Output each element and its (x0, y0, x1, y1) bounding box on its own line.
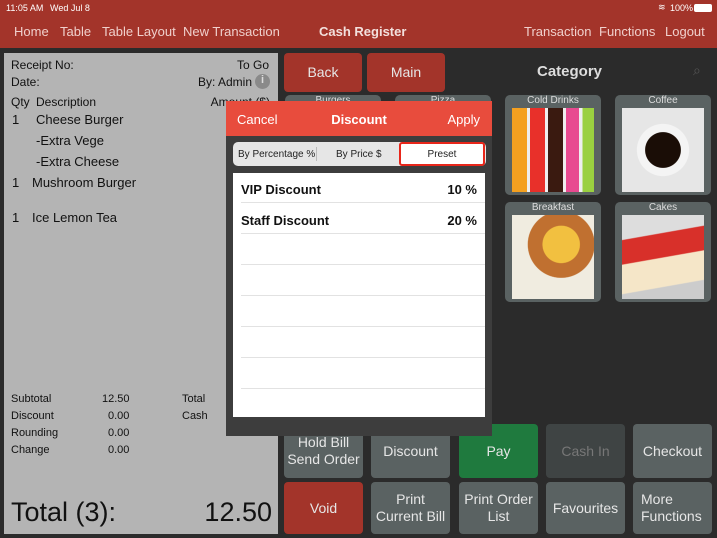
tab-preset[interactable]: Preset (399, 142, 485, 166)
button-label: Hold Bill Send Order (287, 434, 360, 467)
search-icon[interactable]: ⌕ (693, 62, 701, 79)
category-title: Category (537, 63, 603, 80)
tab-by-price[interactable]: By Price $ (336, 149, 382, 160)
page-title: Cash Register (319, 24, 407, 39)
battery-level: 100% (670, 3, 694, 13)
status-bar: 11:05 AM Wed Jul 8 ≋ 100% (0, 0, 717, 16)
list-item[interactable]: Mushroom Burger (32, 175, 136, 190)
discount-value: 10 % (447, 182, 477, 197)
category-tile-coffee[interactable]: Coffee (615, 95, 711, 195)
item-qty: 1 (12, 112, 20, 127)
wifi-icon: ≋ (658, 2, 666, 12)
coffee-image (622, 108, 704, 192)
item-qty: 1 (12, 210, 20, 225)
change-value: 0.00 (108, 444, 130, 456)
list-item[interactable]: VIP Discount 10 % (241, 173, 485, 203)
list-item[interactable]: Ice Lemon Tea (32, 210, 117, 225)
category-tile-breakfast[interactable]: Breakfast (505, 202, 601, 302)
cold-drinks-image (512, 108, 594, 192)
nav-home[interactable]: Home (14, 24, 49, 39)
qty-header: Qty (11, 95, 30, 109)
grand-total-value: 12.50 (204, 497, 272, 527)
button-label: Print Current Bill (375, 491, 446, 524)
tile-label: Breakfast (531, 202, 575, 213)
print-order-list-button[interactable]: Print Order List (459, 482, 538, 534)
list-item-modifier: -Extra Vege (36, 133, 104, 148)
tile-label: Cold Drinks (527, 95, 579, 106)
dialog-header: Cancel Discount Apply (226, 101, 492, 136)
grand-total-label: Total (3): (11, 497, 117, 527)
discount-name: Staff Discount (241, 213, 330, 228)
list-item[interactable]: Staff Discount 20 % (241, 204, 485, 234)
status-date: Wed Jul 8 (50, 3, 90, 13)
cakes-image (622, 215, 704, 299)
void-button[interactable]: Void (284, 482, 363, 534)
empty-row (241, 235, 485, 265)
nav-logout[interactable]: Logout (665, 24, 705, 39)
rounding-label: Rounding (11, 427, 59, 439)
discount-type-segmented-control: By Percentage % By Price $ Preset (233, 142, 486, 166)
empty-row (241, 297, 485, 327)
discount-label: Discount (11, 410, 54, 422)
tab-by-percentage[interactable]: By Percentage % (238, 149, 315, 160)
status-time: 11:05 AM (6, 3, 44, 13)
checkout-button[interactable]: Checkout (633, 424, 712, 478)
print-current-bill-button[interactable]: Print Current Bill (371, 482, 450, 534)
more-functions-button[interactable]: More Functions (633, 482, 712, 534)
empty-row (241, 328, 485, 358)
list-item-modifier: -Extra Cheese (36, 154, 120, 169)
category-tile-cold-drinks[interactable]: Cold Drinks (505, 95, 601, 195)
cashier: By: Admin (197, 75, 252, 89)
tile-label: Cakes (648, 202, 678, 213)
item-qty: 1 (12, 175, 20, 190)
nav-table[interactable]: Table (60, 24, 91, 39)
subtotal-value: 12.50 (102, 393, 130, 405)
nav-new-transaction[interactable]: New Transaction (183, 24, 280, 39)
cash-in-button[interactable]: Cash In (546, 424, 625, 478)
description-header: Description (36, 95, 97, 109)
change-label: Change (11, 444, 50, 456)
empty-row (241, 266, 485, 296)
empty-row (241, 359, 485, 389)
breakfast-image (512, 215, 594, 299)
back-button[interactable]: Back (284, 53, 362, 92)
button-label: Print Order List (464, 491, 533, 524)
order-type: To Go (236, 58, 269, 72)
date-label: Date: (11, 75, 40, 89)
nav-table-layout[interactable]: Table Layout (102, 24, 176, 39)
battery-icon (694, 4, 712, 12)
apply-button[interactable]: Apply (447, 112, 480, 127)
total-label: Total (182, 393, 206, 405)
segment-divider (316, 147, 317, 161)
nav-functions[interactable]: Functions (599, 24, 655, 39)
discount-value: 20 % (447, 213, 477, 228)
list-item[interactable]: Cheese Burger (36, 112, 123, 127)
category-tile-cakes[interactable]: Cakes (615, 202, 711, 302)
nav-transaction[interactable]: Transaction (524, 24, 591, 39)
subtotal-label: Subtotal (11, 393, 52, 405)
cash-label: Cash (182, 410, 208, 422)
rounding-value: 0.00 (108, 427, 130, 439)
discount-name: VIP Discount (241, 182, 321, 197)
tile-label: Coffee (648, 95, 678, 106)
discount-value: 0.00 (108, 410, 130, 422)
discount-dialog: Cancel Discount Apply By Percentage % By… (226, 101, 492, 436)
receipt-no-label: Receipt No: (11, 58, 74, 72)
preset-discount-list: VIP Discount 10 % Staff Discount 20 % (233, 173, 485, 417)
button-label: More Functions (641, 491, 702, 524)
main-button[interactable]: Main (367, 53, 445, 92)
nav-bar: Home Table Table Layout New Transaction … (0, 16, 717, 48)
favourites-button[interactable]: Favourites (546, 482, 625, 534)
info-icon[interactable]: i (255, 74, 270, 89)
